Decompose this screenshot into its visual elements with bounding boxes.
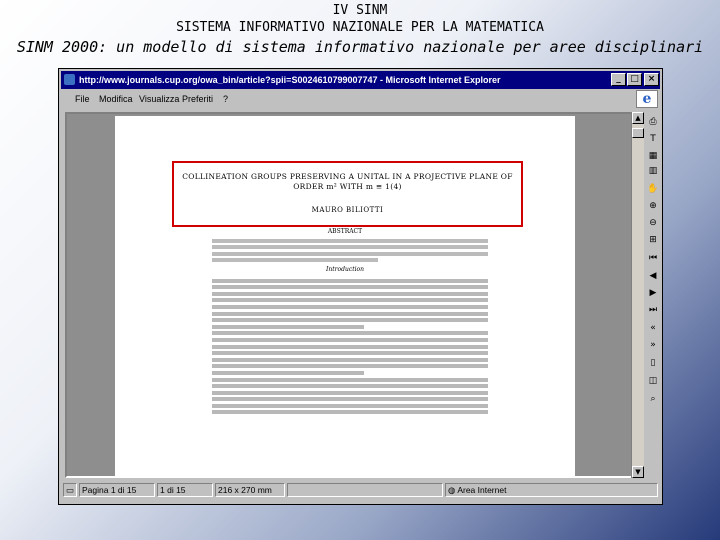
globe-icon: ◍ [448, 485, 458, 495]
back-icon[interactable]: « [646, 321, 660, 334]
text-line [212, 377, 488, 382]
text-line [212, 410, 488, 415]
status-zone-label: Area Internet [457, 485, 507, 495]
menu-visualizza[interactable]: Visualizza [139, 90, 179, 108]
menu-bar: File Modifica Visualizza Preferiti ? [61, 90, 660, 108]
text-line [212, 318, 488, 323]
text-line [212, 324, 364, 329]
menu-file[interactable]: File [75, 90, 90, 108]
text-line [212, 311, 488, 316]
status-zoom: 1 di 15 [157, 483, 213, 497]
minimize-button[interactable]: _ [611, 73, 626, 86]
first-page-icon[interactable]: ⏮ [646, 251, 660, 264]
fit-icon[interactable]: ⊞ [646, 233, 660, 246]
slide-title-line3: SINM 2000: un modello di sistema informa… [16, 38, 704, 56]
search-icon[interactable]: ⌕ [646, 392, 660, 405]
window-title: http://www.journals.cup.org/owa_bin/arti… [79, 75, 501, 85]
text-line [212, 278, 488, 283]
slide-title-line2: SISTEMA INFORMATIVO NAZIONALE PER LA MAT… [176, 20, 544, 35]
close-button[interactable]: × [644, 73, 659, 86]
single-page-icon[interactable]: ▯ [646, 356, 660, 369]
next-page-icon[interactable]: ▶ [646, 286, 660, 299]
page-icon: ▭ [63, 483, 77, 497]
facing-pages-icon[interactable]: ◫ [646, 374, 660, 387]
text-line [212, 384, 488, 389]
print-icon[interactable]: ⎙ [646, 115, 660, 128]
text-line [212, 291, 488, 296]
scroll-up-button[interactable]: ▲ [632, 112, 644, 124]
text-line [212, 397, 488, 402]
browser-window: http://www.journals.cup.org/owa_bin/arti… [58, 68, 663, 505]
menu-help[interactable]: ? [223, 90, 228, 108]
table-icon[interactable]: ▦ [646, 149, 660, 162]
text-line [212, 364, 488, 369]
status-page: Pagina 1 di 15 [79, 483, 155, 497]
maximize-button[interactable]: □ [627, 73, 642, 86]
vertical-scrollbar[interactable]: ▲ ▼ [631, 112, 644, 478]
text-line [212, 304, 488, 309]
status-size: 216 x 270 mm [215, 483, 285, 497]
text-line [212, 390, 488, 395]
columns-icon[interactable]: ▥ [646, 164, 660, 177]
text-line [212, 370, 364, 375]
zoom-in-icon[interactable]: ⊕ [646, 199, 660, 212]
highlight-box [172, 161, 523, 227]
text-line [212, 331, 488, 336]
text-line [212, 357, 488, 362]
text-line [212, 351, 488, 356]
abstract-heading: ABSTRACT [327, 228, 363, 235]
text-line [212, 403, 488, 408]
status-bar: ▭ Pagina 1 di 15 1 di 15 216 x 270 mm ◍ … [61, 480, 660, 502]
abstract-text-lines [212, 236, 488, 265]
ie-logo-icon: e [636, 90, 658, 108]
pdf-page: COLLINEATION GROUPS PRESERVING A UNITAL … [115, 116, 575, 476]
pdf-toolbar: ⎙ T ▦ ▥ ✋ ⊕ ⊖ ⊞ ⏮ ◀ ▶ ⏭ « » ▯ ◫ ⌕ [644, 112, 662, 478]
status-zone: ◍ Area Internet [445, 483, 658, 497]
last-page-icon[interactable]: ⏭ [646, 303, 660, 316]
scroll-thumb[interactable] [632, 128, 644, 138]
prev-page-icon[interactable]: ◀ [646, 269, 660, 282]
intro-text-lines [212, 276, 488, 417]
scroll-down-button[interactable]: ▼ [632, 466, 644, 478]
forward-icon[interactable]: » [646, 338, 660, 351]
ie-app-icon [64, 74, 75, 85]
text-line [212, 344, 488, 349]
slide-title-line1: IV SINM [332, 3, 388, 18]
menu-preferiti[interactable]: Preferiti [182, 90, 213, 108]
intro-heading: Introduction [326, 266, 364, 273]
hand-icon[interactable]: ✋ [646, 182, 660, 195]
text-line [212, 285, 488, 290]
menu-modifica[interactable]: Modifica [99, 90, 133, 108]
status-empty [287, 483, 443, 497]
text-line [212, 337, 488, 342]
text-line [212, 298, 488, 303]
select-text-icon[interactable]: T [646, 132, 660, 145]
zoom-out-icon[interactable]: ⊖ [646, 216, 660, 229]
document-viewport[interactable]: COLLINEATION GROUPS PRESERVING A UNITAL … [65, 112, 633, 478]
window-titlebar[interactable]: http://www.journals.cup.org/owa_bin/arti… [61, 71, 660, 89]
